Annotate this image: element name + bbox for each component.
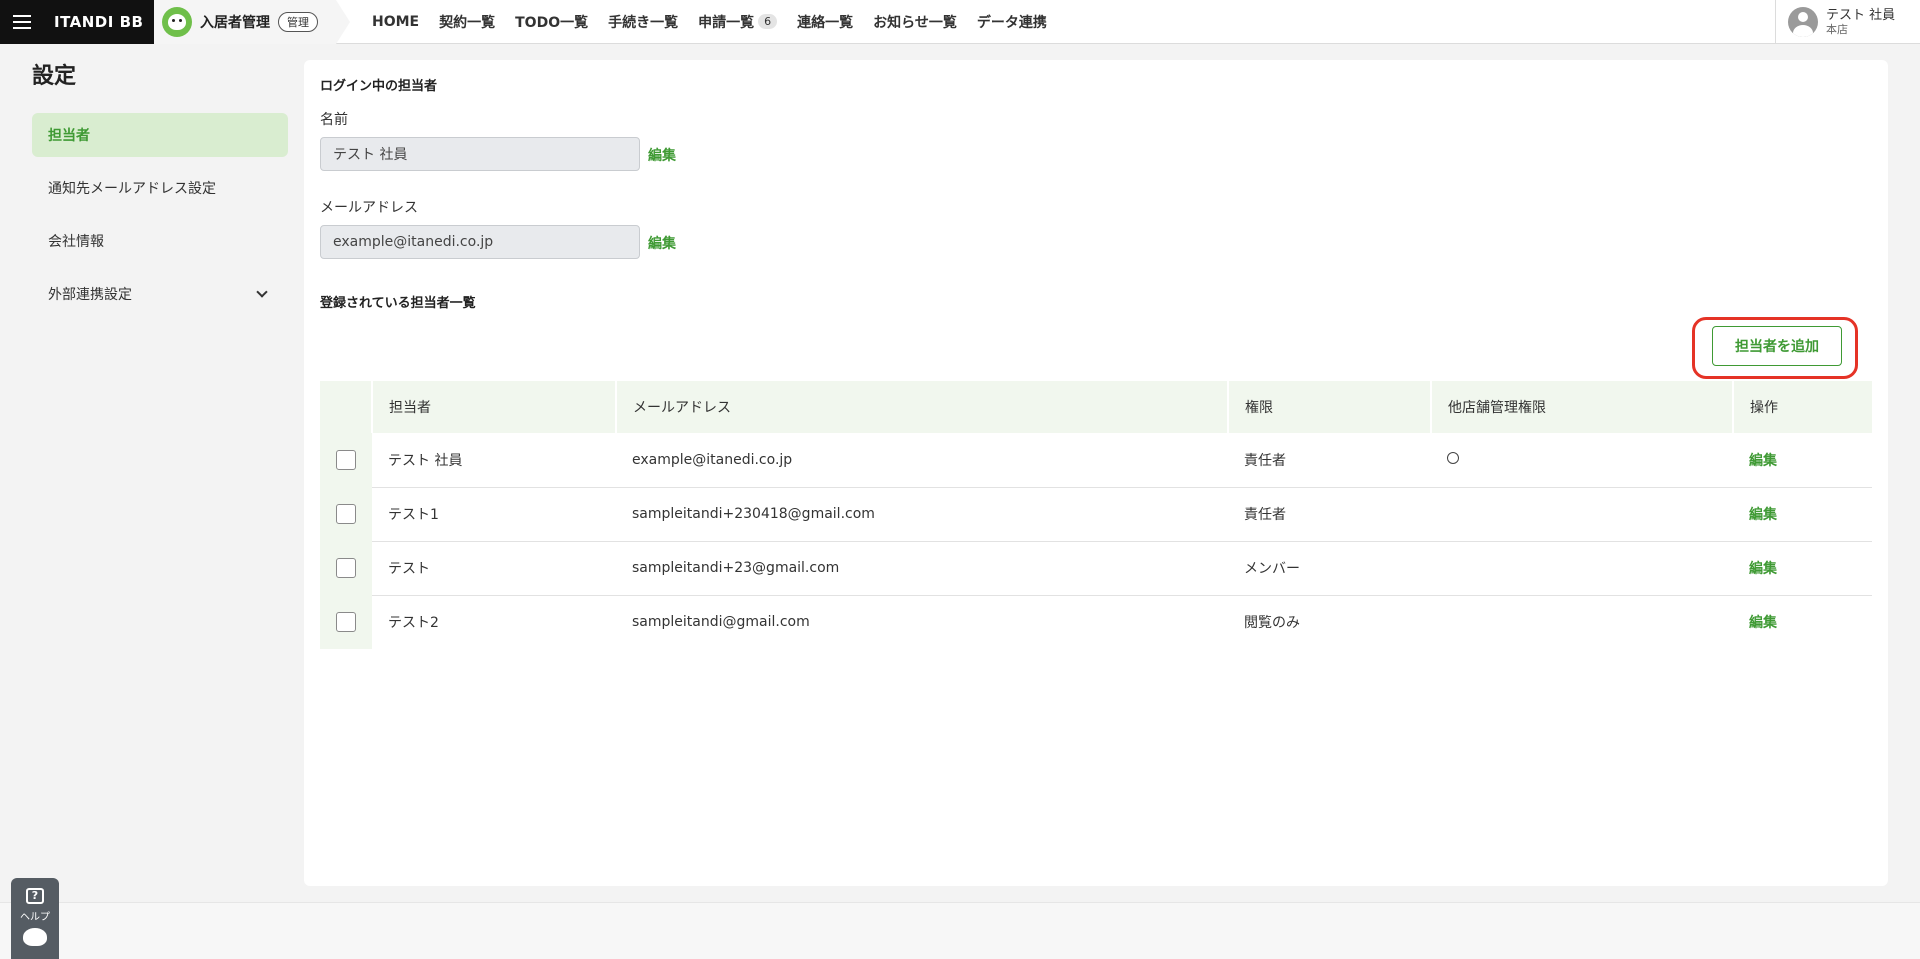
user-menu[interactable]: テスト 社員 本店	[1775, 0, 1920, 44]
nav-applications-label: 申請一覧	[698, 14, 755, 31]
action-cell: 編集	[1733, 487, 1872, 542]
column-header-action: 操作	[1733, 381, 1872, 433]
main-panel: ログイン中の担当者 名前 テスト 社員 編集 メールアドレス example@i…	[304, 60, 1888, 886]
checkbox-cell	[320, 433, 372, 488]
nav-notices[interactable]: お知らせ一覧	[863, 0, 967, 44]
staff-list-title: 登録されている担当者一覧	[320, 296, 476, 311]
user-avatar-icon	[1788, 7, 1818, 37]
edit-name-link[interactable]: 編集	[648, 145, 676, 165]
header-checkbox-cell	[320, 381, 373, 433]
product-name: 入居者管理	[200, 14, 270, 31]
staff-email: sampleitandi+23@gmail.com	[616, 541, 1228, 596]
edit-row-link[interactable]: 編集	[1749, 507, 1777, 523]
staff-name: テスト1	[372, 487, 616, 542]
page-title: 設定	[32, 64, 77, 89]
nav-data-link[interactable]: データ連携	[967, 0, 1057, 44]
table-row: テスト2 sampleitandi@gmail.com 閲覧のみ 編集	[320, 595, 1872, 649]
name-field: テスト 社員	[320, 137, 640, 171]
top-header: ITANDI BB 入居者管理 管理 HOME 契約一覧 TODO一覧 手続き一…	[0, 0, 1920, 44]
staff-name: テスト	[372, 541, 616, 596]
brand-logo[interactable]: ITANDI BB	[44, 0, 154, 44]
checkbox-cell	[320, 595, 372, 649]
settings-sidebar: 担当者 通知先メールアドレス設定 会社情報 外部連携設定	[32, 113, 288, 325]
table-row: テスト sampleitandi+23@gmail.com メンバー 編集	[320, 541, 1872, 596]
staff-role: 責任者	[1228, 433, 1431, 488]
sidebar-item-staff[interactable]: 担当者	[32, 113, 288, 157]
nav-contracts[interactable]: 契約一覧	[429, 0, 505, 44]
sidebar-item-company-info[interactable]: 会社情報	[32, 219, 288, 263]
sidebar-item-notification-email[interactable]: 通知先メールアドレス設定	[32, 166, 288, 210]
edit-email-link[interactable]: 編集	[648, 233, 676, 253]
bear-logo-icon	[162, 6, 192, 37]
help-question-icon: ?	[26, 888, 44, 904]
action-cell: 編集	[1733, 433, 1872, 488]
sidebar-item-external-integration[interactable]: 外部連携設定	[32, 272, 288, 316]
email-label: メールアドレス	[320, 200, 418, 216]
main-nav: HOME 契約一覧 TODO一覧 手続き一覧 申請一覧 6 連絡一覧 お知らせ一…	[362, 0, 1057, 44]
login-user-title: ログイン中の担当者	[320, 79, 438, 94]
help-button[interactable]: ? ヘルプ	[11, 878, 59, 959]
circle-mark-icon	[1447, 451, 1459, 464]
menu-icon[interactable]	[0, 0, 44, 44]
other-store-cell	[1431, 487, 1733, 542]
column-header-role: 権限	[1228, 381, 1432, 433]
checkbox-cell	[320, 487, 372, 542]
name-label: 名前	[320, 112, 348, 128]
checkbox-cell	[320, 541, 372, 596]
user-name: テスト 社員	[1826, 8, 1896, 23]
staff-role: メンバー	[1228, 541, 1431, 596]
footer-bar	[0, 902, 1920, 959]
column-header-staff: 担当者	[372, 381, 617, 433]
nav-messages[interactable]: 連絡一覧	[787, 0, 863, 44]
chevron-down-icon	[256, 286, 268, 298]
staff-email: sampleitandi+230418@gmail.com	[616, 487, 1228, 542]
bear-mascot-icon	[23, 928, 47, 946]
email-field: example@itanedi.co.jp	[320, 225, 640, 259]
action-cell: 編集	[1733, 595, 1872, 649]
sidebar-item-label: 外部連携設定	[48, 287, 132, 303]
other-store-cell	[1431, 433, 1733, 488]
staff-name: テスト2	[388, 615, 439, 632]
staff-role: 閲覧のみ	[1244, 615, 1300, 632]
product-switcher[interactable]: 入居者管理 管理	[154, 0, 350, 44]
staff-table: 担当者 メールアドレス 権限 他店舗管理権限 操作 テスト 社員 example…	[320, 381, 1872, 649]
nav-todo[interactable]: TODO一覧	[505, 0, 598, 44]
row-checkbox[interactable]	[336, 449, 356, 470]
nav-procedures[interactable]: 手続き一覧	[598, 0, 688, 44]
column-header-email: メールアドレス	[616, 381, 1229, 433]
row-checkbox[interactable]	[336, 558, 356, 578]
table-row: テスト 社員 example@itanedi.co.jp 責任者 編集	[320, 433, 1872, 488]
other-store-cell	[1431, 595, 1733, 649]
table-header-row: 担当者 メールアドレス 権限 他店舗管理権限 操作	[320, 381, 1872, 433]
other-store-cell	[1431, 541, 1733, 596]
action-cell: 編集	[1733, 541, 1872, 596]
staff-name: テスト 社員	[372, 433, 616, 488]
edit-row-link[interactable]: 編集	[1749, 453, 1777, 469]
staff-email: example@itanedi.co.jp	[616, 433, 1228, 488]
help-label: ヘルプ	[20, 912, 50, 923]
admin-badge: 管理	[278, 11, 318, 32]
user-branch: 本店	[1826, 23, 1848, 36]
row-checkbox[interactable]	[336, 612, 356, 633]
edit-row-link[interactable]: 編集	[1749, 615, 1777, 631]
staff-role: 責任者	[1228, 487, 1431, 542]
applications-count-badge: 6	[758, 14, 778, 29]
row-checkbox[interactable]	[336, 504, 356, 524]
nav-home[interactable]: HOME	[362, 0, 429, 44]
column-header-other-store: 他店舗管理権限	[1431, 381, 1734, 433]
edit-row-link[interactable]: 編集	[1749, 561, 1777, 577]
staff-email: sampleitandi@gmail.com	[632, 614, 810, 631]
table-row: テスト1 sampleitandi+230418@gmail.com 責任者 編…	[320, 487, 1872, 542]
add-staff-button[interactable]: 担当者を追加	[1712, 326, 1842, 366]
nav-applications[interactable]: 申請一覧 6	[688, 0, 787, 44]
